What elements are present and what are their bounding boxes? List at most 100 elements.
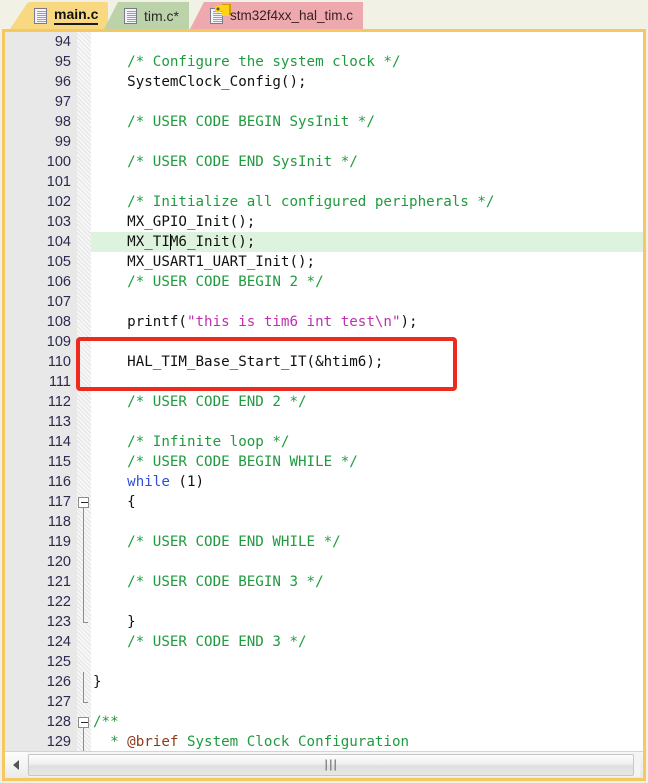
code-line-text: * @brief System Clock Configuration: [93, 734, 410, 750]
code-line[interactable]: 96 SystemClock_Config();: [5, 72, 643, 92]
code-line[interactable]: 119 /* USER CODE END WHILE */: [5, 532, 643, 552]
fold-marker[interactable]: [77, 612, 91, 632]
line-number: 128: [46, 714, 71, 730]
horizontal-scrollbar[interactable]: [5, 751, 643, 778]
fold-marker[interactable]: [77, 452, 91, 472]
fold-collapse-icon[interactable]: [78, 717, 89, 728]
fold-marker[interactable]: [77, 412, 91, 432]
fold-marker[interactable]: [77, 332, 91, 352]
fold-marker[interactable]: [77, 192, 91, 212]
scrollbar-thumb[interactable]: [28, 754, 634, 776]
code-line[interactable]: 108 printf("this is tim6 int test\n");: [5, 312, 643, 332]
fold-marker[interactable]: [77, 572, 91, 592]
fold-marker[interactable]: [77, 692, 91, 712]
fold-marker[interactable]: [77, 72, 91, 92]
fold-marker[interactable]: [77, 672, 91, 692]
code-line[interactable]: 114 /* Infinite loop */: [5, 432, 643, 452]
code-line[interactable]: 121 /* USER CODE BEGIN 3 */: [5, 572, 643, 592]
code-line[interactable]: 117 {: [5, 492, 643, 512]
code-line[interactable]: 122: [5, 592, 643, 612]
code-line[interactable]: 98 /* USER CODE BEGIN SysInit */: [5, 112, 643, 132]
fold-marker[interactable]: [77, 532, 91, 552]
code-line[interactable]: 109: [5, 332, 643, 352]
fold-marker[interactable]: [77, 292, 91, 312]
fold-marker[interactable]: [77, 132, 91, 152]
scroll-left-button[interactable]: [5, 752, 27, 778]
line-highlight: [91, 412, 643, 432]
fold-marker[interactable]: [77, 252, 91, 272]
fold-marker[interactable]: [77, 712, 91, 732]
line-highlight: [91, 292, 643, 312]
fold-marker[interactable]: [77, 352, 91, 372]
code-line[interactable]: 124 /* USER CODE END 3 */: [5, 632, 643, 652]
fold-marker[interactable]: [77, 472, 91, 492]
code-line[interactable]: 113: [5, 412, 643, 432]
fold-marker[interactable]: [77, 152, 91, 172]
fold-marker[interactable]: [77, 392, 91, 412]
fold-marker[interactable]: [77, 512, 91, 532]
line-number: 98: [54, 114, 71, 130]
code-line[interactable]: 101: [5, 172, 643, 192]
fold-marker[interactable]: [77, 372, 91, 392]
code-line-text: printf("this is tim6 int test\n");: [93, 314, 418, 330]
line-number: 108: [46, 314, 71, 330]
code-line[interactable]: 127: [5, 692, 643, 712]
fold-marker[interactable]: [77, 632, 91, 652]
fold-marker[interactable]: [77, 492, 91, 512]
fold-marker[interactable]: [77, 552, 91, 572]
fold-marker[interactable]: [77, 172, 91, 192]
fold-marker[interactable]: [77, 32, 91, 52]
fold-end-icon: [83, 692, 88, 703]
code-line[interactable]: 106 /* USER CODE BEGIN 2 */: [5, 272, 643, 292]
code-line-text: }: [93, 674, 102, 690]
code-line[interactable]: 116 while (1): [5, 472, 643, 492]
code-line[interactable]: 99: [5, 132, 643, 152]
code-line[interactable]: 103 MX_GPIO_Init();: [5, 212, 643, 232]
fold-marker[interactable]: [77, 732, 91, 751]
code-line[interactable]: 125: [5, 652, 643, 672]
code-line[interactable]: 94: [5, 32, 643, 52]
code-line-text: /* USER CODE BEGIN 3 */: [93, 574, 324, 590]
line-number: 106: [46, 274, 71, 290]
code-line[interactable]: 115 /* USER CODE BEGIN WHILE */: [5, 452, 643, 472]
fold-marker[interactable]: [77, 432, 91, 452]
code-line[interactable]: 100 /* USER CODE END SysInit */: [5, 152, 643, 172]
code-line[interactable]: 102 /* Initialize all configured periphe…: [5, 192, 643, 212]
code-line[interactable]: 123 }: [5, 612, 643, 632]
fold-marker[interactable]: [77, 592, 91, 612]
fold-marker[interactable]: [77, 272, 91, 292]
code-line[interactable]: 111: [5, 372, 643, 392]
code-line[interactable]: 129 * @brief System Clock Configuration: [5, 732, 643, 751]
tab-main-c[interactable]: main.c: [9, 2, 109, 29]
fold-marker[interactable]: [77, 312, 91, 332]
code-line[interactable]: 95 /* Configure the system clock */: [5, 52, 643, 72]
code-line-list: 94 95 /* Configure the system clock */96 …: [5, 32, 643, 751]
code-line[interactable]: 110 HAL_TIM_Base_Start_IT(&htim6);: [5, 352, 643, 372]
fold-marker[interactable]: [77, 92, 91, 112]
scroll-left-arrow-icon: [13, 760, 19, 770]
fold-marker[interactable]: [77, 652, 91, 672]
code-text-area[interactable]: 94 95 /* Configure the system clock */96 …: [5, 32, 643, 751]
code-line[interactable]: 126}: [5, 672, 643, 692]
tab-label: main.c: [54, 6, 99, 25]
code-line[interactable]: 97: [5, 92, 643, 112]
code-line[interactable]: 107: [5, 292, 643, 312]
fold-marker[interactable]: [77, 112, 91, 132]
code-line[interactable]: 104 MX_TIM6_Init();: [5, 232, 643, 252]
document-icon: [34, 7, 47, 24]
tab-stm32f4xx-hal-tim-c[interactable]: stm32f4xx_hal_tim.c: [189, 2, 364, 29]
code-line[interactable]: 112 /* USER CODE END 2 */: [5, 392, 643, 412]
fold-guide-line: [83, 672, 84, 692]
code-line[interactable]: 118: [5, 512, 643, 532]
fold-collapse-icon[interactable]: [78, 497, 89, 508]
fold-marker[interactable]: [77, 212, 91, 232]
fold-marker[interactable]: [77, 52, 91, 72]
code-line[interactable]: 120: [5, 552, 643, 572]
code-line[interactable]: 128 /**: [5, 712, 643, 732]
fold-marker[interactable]: [77, 232, 91, 252]
code-line[interactable]: 105 MX_USART1_UART_Init();: [5, 252, 643, 272]
tab-tim-c[interactable]: tim.c*: [104, 2, 189, 29]
text-caret: [169, 234, 172, 250]
